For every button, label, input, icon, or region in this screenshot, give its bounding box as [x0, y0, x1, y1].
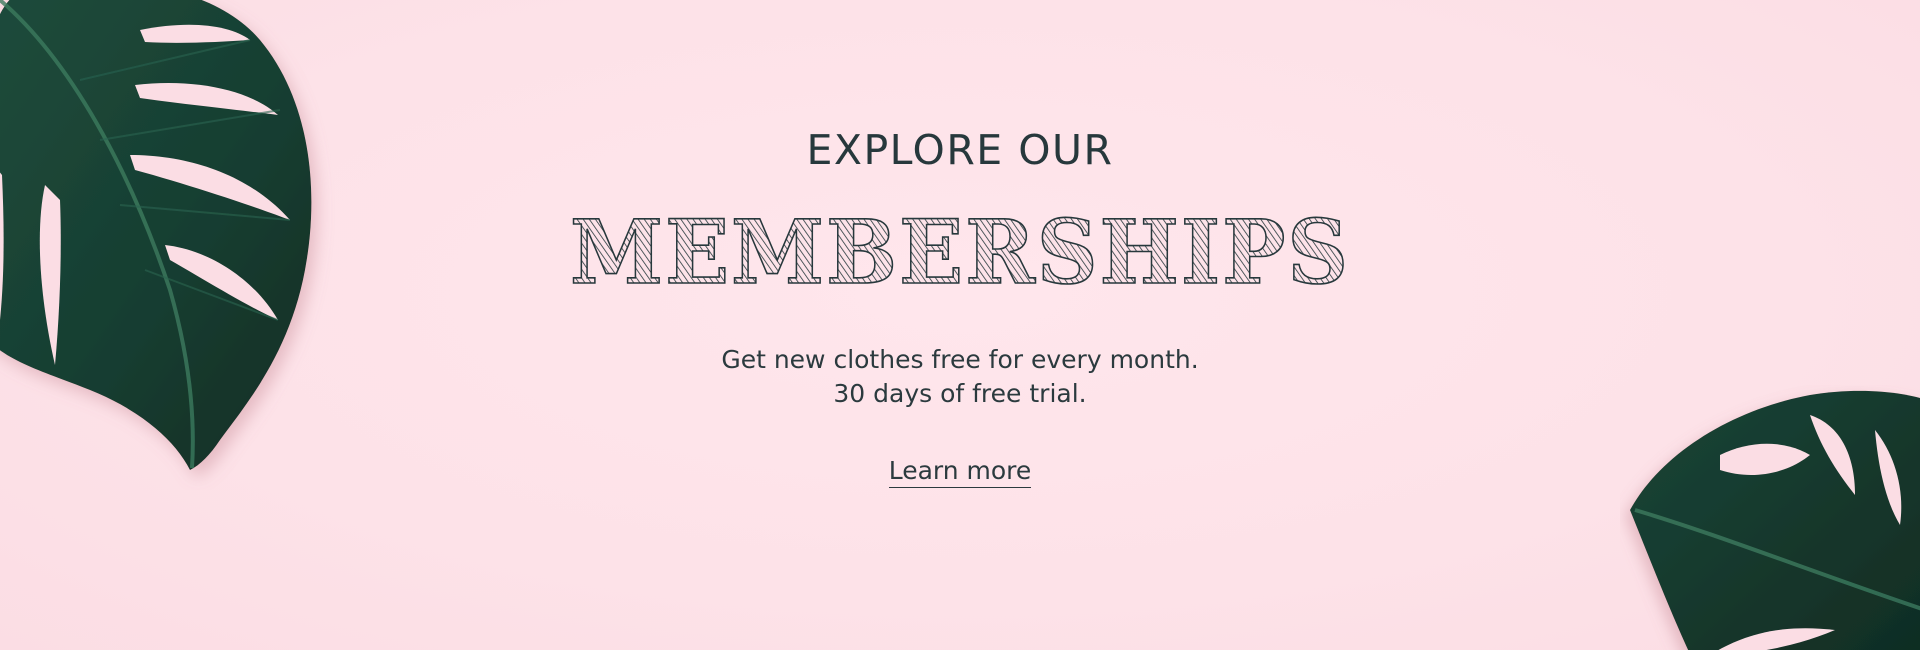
monstera-leaf-left-icon	[0, 0, 312, 470]
headline-text: MEMBERSHIPS	[570, 213, 1350, 293]
headline-sketch-lettering: MEMBERSHIPS	[569, 213, 1350, 293]
monstera-leaf-right-icon	[1630, 390, 1920, 650]
banner-content: EXPLORE OUR MEMBERSHIPS Get new clothes …	[460, 130, 1460, 488]
description: Get new clothes free for every month. 30…	[460, 343, 1460, 411]
membership-banner: EXPLORE OUR MEMBERSHIPS Get new clothes …	[0, 0, 1920, 650]
description-line-2: 30 days of free trial.	[833, 379, 1087, 408]
headline-title: MEMBERSHIPS	[560, 213, 1360, 293]
eyebrow-title: EXPLORE OUR	[806, 126, 1114, 174]
description-line-1: Get new clothes free for every month.	[721, 345, 1199, 374]
learn-more-link[interactable]: Learn more	[888, 457, 1032, 488]
